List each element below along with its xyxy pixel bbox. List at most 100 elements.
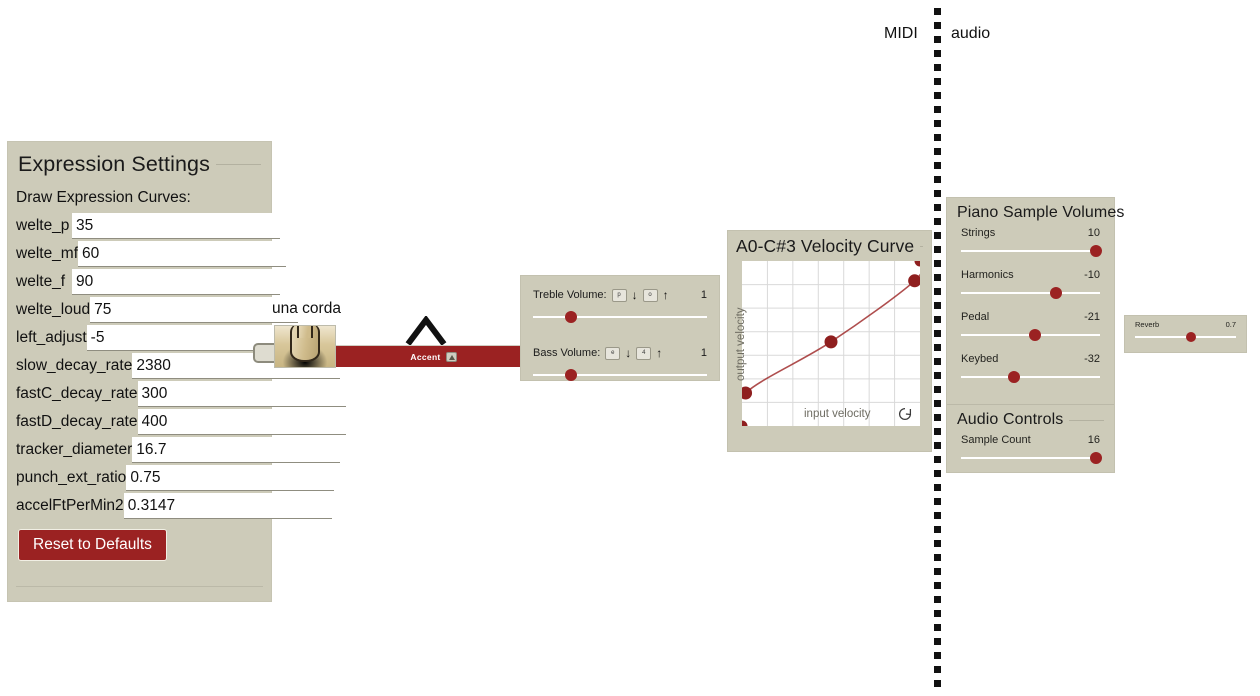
audio-control-label: Sample Count bbox=[961, 434, 1031, 446]
curve-control-point[interactable] bbox=[742, 420, 748, 427]
treble-volume-down-button[interactable]: p bbox=[611, 288, 627, 302]
sample-volume-value: -32 bbox=[1084, 353, 1100, 365]
curve-control-point[interactable] bbox=[824, 335, 838, 349]
draw-expression-curves-label: Draw Expression Curves: bbox=[16, 189, 191, 206]
bass-volume-arrow-down-icon[interactable]: ↓ bbox=[625, 347, 631, 359]
app-root: MIDI audio Expression Settings Draw Expr… bbox=[0, 0, 1260, 696]
sample-volume-value: 10 bbox=[1087, 227, 1100, 239]
slider-track bbox=[961, 250, 1100, 252]
title-rule bbox=[920, 246, 923, 247]
velocity-curve-plot[interactable]: output velocity input velocity bbox=[735, 261, 920, 426]
expression-field-input[interactable] bbox=[72, 269, 280, 295]
slider-track bbox=[533, 316, 707, 318]
bass-volume-up-button[interactable]: 4 bbox=[636, 346, 652, 360]
expression-field-input[interactable] bbox=[137, 381, 346, 407]
slider-knob[interactable] bbox=[1028, 329, 1041, 341]
expression-field-label: welte_loud bbox=[16, 301, 91, 318]
samples-title-row: Piano Sample Volumes bbox=[947, 198, 1124, 222]
slider-knob[interactable] bbox=[1007, 371, 1020, 383]
expand-icon[interactable] bbox=[445, 351, 457, 362]
velocity-curve-svg[interactable] bbox=[742, 261, 920, 426]
treble-volume-label: Treble Volume: bbox=[533, 289, 607, 301]
expression-field-label: punch_ext_ratio bbox=[16, 469, 127, 486]
reverb-slider[interactable] bbox=[1135, 331, 1236, 343]
expression-field-row: left_adjust bbox=[8, 324, 295, 352]
sample-volume-slider[interactable] bbox=[961, 328, 1100, 342]
sample-volume-slider[interactable] bbox=[961, 286, 1100, 300]
piano-pedal-image bbox=[274, 325, 336, 368]
reverb-value: 0.7 bbox=[1225, 320, 1236, 329]
sample-volume-rows: Strings 10 Harmonics -10 Pedal -21 Keybed -32 bbox=[947, 222, 1114, 384]
reverb-row: Reverb 0.7 bbox=[1125, 316, 1246, 329]
panel-divider bbox=[16, 586, 263, 587]
slider-track bbox=[533, 374, 707, 376]
curve-control-point[interactable] bbox=[914, 261, 921, 267]
expression-field-label: welte_p bbox=[16, 217, 70, 234]
slider-knob[interactable] bbox=[565, 311, 578, 323]
reverb-label: Reverb bbox=[1135, 320, 1160, 329]
bass-volume-label: Bass Volume: bbox=[533, 347, 601, 359]
treble-volume-arrow-up-icon[interactable]: ↑ bbox=[663, 289, 669, 301]
expression-field-input[interactable] bbox=[90, 297, 299, 323]
accent-bar-button[interactable]: Accent bbox=[336, 345, 531, 367]
expression-field-row: tracker_diameter bbox=[8, 436, 341, 464]
treble-volume-up-button[interactable]: o bbox=[642, 288, 658, 302]
treble-volume-value: 1 bbox=[700, 289, 707, 301]
expression-field-label: fastD_decay_rate bbox=[16, 413, 138, 430]
audio-title-row: Audio Controls bbox=[947, 405, 1114, 429]
expression-field-row: slow_decay_rate bbox=[8, 352, 341, 380]
expression-panel-title: Expression Settings bbox=[18, 152, 210, 176]
audio-control-row: Sample Count 16 bbox=[947, 429, 1114, 451]
midi-audio-divider bbox=[934, 8, 941, 688]
slider-knob[interactable] bbox=[1089, 245, 1102, 257]
sample-volume-row: Keybed -32 bbox=[947, 348, 1114, 370]
y-axis-label: output velocity bbox=[735, 307, 747, 381]
expression-field-label: left_adjust bbox=[16, 329, 87, 346]
audio-control-slider[interactable] bbox=[961, 451, 1102, 465]
slider-knob[interactable] bbox=[1049, 287, 1062, 299]
expression-field-label: welte_f bbox=[16, 273, 66, 290]
expression-field-row: fastD_decay_rate bbox=[8, 408, 346, 436]
sample-volume-label: Strings bbox=[961, 227, 996, 239]
expression-field-input[interactable] bbox=[78, 241, 287, 267]
piano-sample-volumes-panel: Piano Sample Volumes Strings 10 Harmonics -… bbox=[946, 197, 1124, 473]
treble-volume-row: Treble Volume: p ↓ o ↑ 1 bbox=[521, 284, 719, 306]
reverb-panel: Reverb 0.7 bbox=[1124, 315, 1247, 353]
sample-volume-label: Harmonics bbox=[961, 269, 1014, 281]
sample-volume-row: Pedal -21 bbox=[947, 306, 1114, 328]
expression-field-input[interactable] bbox=[132, 437, 341, 463]
expression-field-row: welte_p bbox=[8, 212, 280, 240]
refresh-icon[interactable] bbox=[896, 405, 914, 423]
accent-bar-label: Accent bbox=[410, 351, 441, 362]
reset-to-defaults-button[interactable]: Reset to Defaults bbox=[18, 529, 167, 561]
sample-volume-value: -10 bbox=[1084, 269, 1100, 281]
bass-volume-value: 1 bbox=[700, 347, 707, 359]
bass-volume-arrow-up-icon[interactable]: ↑ bbox=[656, 347, 662, 359]
volume-panel: Treble Volume: p ↓ o ↑ 1 Bass Volume: e … bbox=[520, 275, 720, 381]
slider-track bbox=[961, 376, 1100, 378]
sample-volume-slider[interactable] bbox=[961, 244, 1102, 258]
sample-volume-value: -21 bbox=[1084, 311, 1100, 323]
expression-field-label: accelFtPerMin2 bbox=[16, 497, 124, 514]
expression-title-row: Expression Settings bbox=[8, 142, 271, 177]
slider-knob[interactable] bbox=[1089, 452, 1102, 464]
expression-field-input[interactable] bbox=[126, 465, 335, 491]
velocity-title-row: A0-C#3 Velocity Curve bbox=[728, 231, 931, 257]
audio-controls-title: Audio Controls bbox=[957, 411, 1064, 428]
velocity-panel-title: A0-C#3 Velocity Curve bbox=[736, 236, 915, 256]
expression-field-label: welte_mf bbox=[16, 245, 79, 262]
expression-field-input[interactable] bbox=[72, 213, 280, 239]
treble-volume-slider[interactable] bbox=[533, 310, 707, 324]
treble-volume-arrow-down-icon[interactable]: ↓ bbox=[632, 289, 638, 301]
samples-panel-title: Piano Sample Volumes bbox=[957, 204, 1125, 221]
x-axis-label: input velocity bbox=[804, 408, 871, 420]
sample-volume-slider[interactable] bbox=[961, 370, 1100, 384]
expression-field-input[interactable] bbox=[123, 493, 332, 519]
slider-knob[interactable] bbox=[1185, 332, 1196, 342]
bass-volume-slider[interactable] bbox=[533, 368, 707, 382]
expression-field-input[interactable] bbox=[137, 409, 346, 435]
bass-volume-down-button[interactable]: e bbox=[605, 346, 621, 360]
slider-knob[interactable] bbox=[565, 369, 578, 381]
pedal-neck-shape bbox=[297, 326, 313, 338]
expression-field-row: welte_mf bbox=[8, 240, 287, 268]
